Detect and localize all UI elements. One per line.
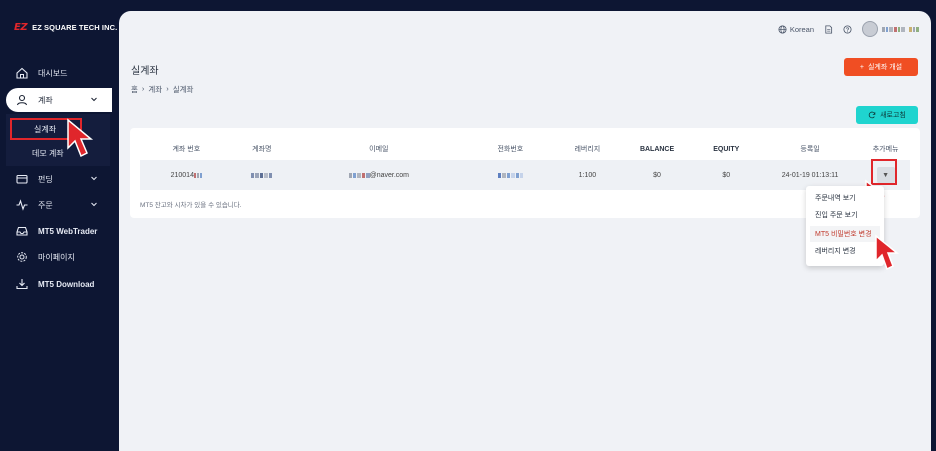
inbox-icon xyxy=(15,224,29,238)
brand-logo[interactable]: EZ EZ SQUARE TECH INC. xyxy=(14,22,117,33)
sidebar-item-mt5-download[interactable]: MT5 Download xyxy=(6,272,112,296)
blurred-account-suffix xyxy=(193,172,202,178)
cell-phone xyxy=(467,172,555,178)
blurred-email-local xyxy=(348,172,370,178)
blurred-account-name xyxy=(251,172,273,178)
plus-icon: + xyxy=(859,63,864,71)
table-row: 210014 @naver.com 1:100 $0 $0 24-01-19 0… xyxy=(140,160,910,190)
table-note: MT5 잔고와 시차가 있을 수 있습니다. xyxy=(140,202,242,209)
sidebar-item-label: 계좌 xyxy=(38,95,53,105)
chevron-down-icon xyxy=(90,200,98,210)
wallet-icon xyxy=(15,172,29,186)
gear-icon xyxy=(15,250,29,264)
cell-balance: $0 xyxy=(653,171,661,179)
chevron-down-icon xyxy=(90,95,98,105)
col-more-menu: 추가메뉴 xyxy=(872,146,899,153)
sidebar-item-mt5-webtrader[interactable]: MT5 WebTrader xyxy=(6,219,112,243)
sidebar-item-label: 펀딩 xyxy=(38,174,53,184)
menu-item-change-leverage[interactable]: 레버리지 변경 xyxy=(810,243,880,259)
cell-leverage: 1:100 xyxy=(578,171,597,179)
home-icon xyxy=(15,66,29,80)
breadcrumb-separator: › xyxy=(141,84,145,93)
email-suffix-text: @naver.com xyxy=(369,171,409,179)
avatar xyxy=(862,21,878,37)
col-balance: BALANCE xyxy=(639,145,675,153)
cell-equity: $0 xyxy=(722,171,731,179)
account-no-text: 210014 xyxy=(170,171,194,179)
open-live-account-label: 실계좌 개설 xyxy=(867,64,903,71)
more-menu-dropdown: 주문내역 보기 진입 주문 보기 MT5 비밀번호 변경 레버리지 변경 xyxy=(806,186,884,266)
logo-mark: EZ xyxy=(14,22,28,33)
refresh-icon xyxy=(868,111,876,119)
breadcrumb: 홈 › 계좌 › 실계좌 xyxy=(131,84,193,95)
table-header: 계좌 번호 계좌명 이메일 전화번호 레버리지 BALANCE EQUITY 등… xyxy=(140,142,910,156)
breadcrumb-current: 실계좌 xyxy=(172,85,194,94)
sidebar-item-dashboard[interactable]: 대시보드 xyxy=(6,61,112,85)
col-leverage: 레버리지 xyxy=(574,146,601,153)
col-registered: 등록일 xyxy=(800,146,820,153)
globe-icon xyxy=(778,24,787,34)
col-phone: 전화번호 xyxy=(497,146,524,153)
breadcrumb-separator: › xyxy=(166,84,169,93)
blurred-username-2 xyxy=(909,26,919,32)
sidebar-item-label: MT5 WebTrader xyxy=(38,226,98,236)
cell-account-no: 210014 xyxy=(140,172,233,179)
user-icon xyxy=(15,93,29,107)
sidebar-item-account[interactable]: 계좌 xyxy=(6,88,112,112)
open-live-account-button[interactable]: + 실계좌 개설 xyxy=(844,58,918,76)
sidebar-item-label: 주문 xyxy=(38,200,53,210)
sidebar-item-label: 마이페이지 xyxy=(38,252,75,262)
blurred-username xyxy=(882,26,905,32)
language-selector[interactable]: Korean xyxy=(778,25,814,34)
cell-registered: 24-01-19 01:13:11 xyxy=(781,171,839,179)
sidebar-item-label: 대시보드 xyxy=(38,68,68,78)
language-label: Korean xyxy=(789,24,814,34)
sidebar-item-mypage[interactable]: 마이페이지 xyxy=(6,245,112,269)
topbar: Korean xyxy=(778,21,919,37)
cell-email: @naver.com xyxy=(291,172,466,179)
cell-account-name xyxy=(233,172,291,178)
sidebar-item-funding[interactable]: 펀딩 xyxy=(6,167,112,191)
menu-item-change-mt5-password[interactable]: MT5 비밀번호 변경 xyxy=(810,226,880,242)
col-equity: EQUITY xyxy=(713,145,740,153)
chevron-down-icon xyxy=(90,174,98,184)
activity-icon xyxy=(15,198,29,212)
menu-item-entry-orders[interactable]: 진입 주문 보기 xyxy=(810,207,880,223)
brand-name: EZ SQUARE TECH INC. xyxy=(32,23,118,32)
refresh-button[interactable]: 새로고침 xyxy=(856,106,918,124)
menu-item-order-history[interactable]: 주문내역 보기 xyxy=(810,190,880,206)
help-icon[interactable] xyxy=(843,24,852,34)
breadcrumb-home[interactable]: 홈 xyxy=(131,84,138,95)
sidebar-item-label: MT5 Download xyxy=(38,279,95,289)
accounts-table-card: 계좌 번호 계좌명 이메일 전화번호 레버리지 BALANCE EQUITY 등… xyxy=(130,128,920,218)
document-icon[interactable] xyxy=(824,24,833,34)
page-title: 실계좌 xyxy=(131,66,159,77)
cursor-pointer-icon xyxy=(67,118,94,158)
col-account-name: 계좌명 xyxy=(252,146,272,153)
blurred-phone xyxy=(497,172,523,178)
sidebar: EZ EZ SQUARE TECH INC. 대시보드 계좌 실계좌 데모 계좌… xyxy=(0,0,118,446)
user-menu[interactable] xyxy=(862,21,919,37)
breadcrumb-account[interactable]: 계좌 xyxy=(148,84,162,95)
col-email: 이메일 xyxy=(369,146,389,153)
refresh-label: 새로고침 xyxy=(880,112,906,119)
download-icon xyxy=(15,277,29,291)
col-account-no: 계좌 번호 xyxy=(172,146,201,153)
cursor-pointer-icon xyxy=(875,234,900,271)
sidebar-item-order[interactable]: 주문 xyxy=(6,193,112,217)
